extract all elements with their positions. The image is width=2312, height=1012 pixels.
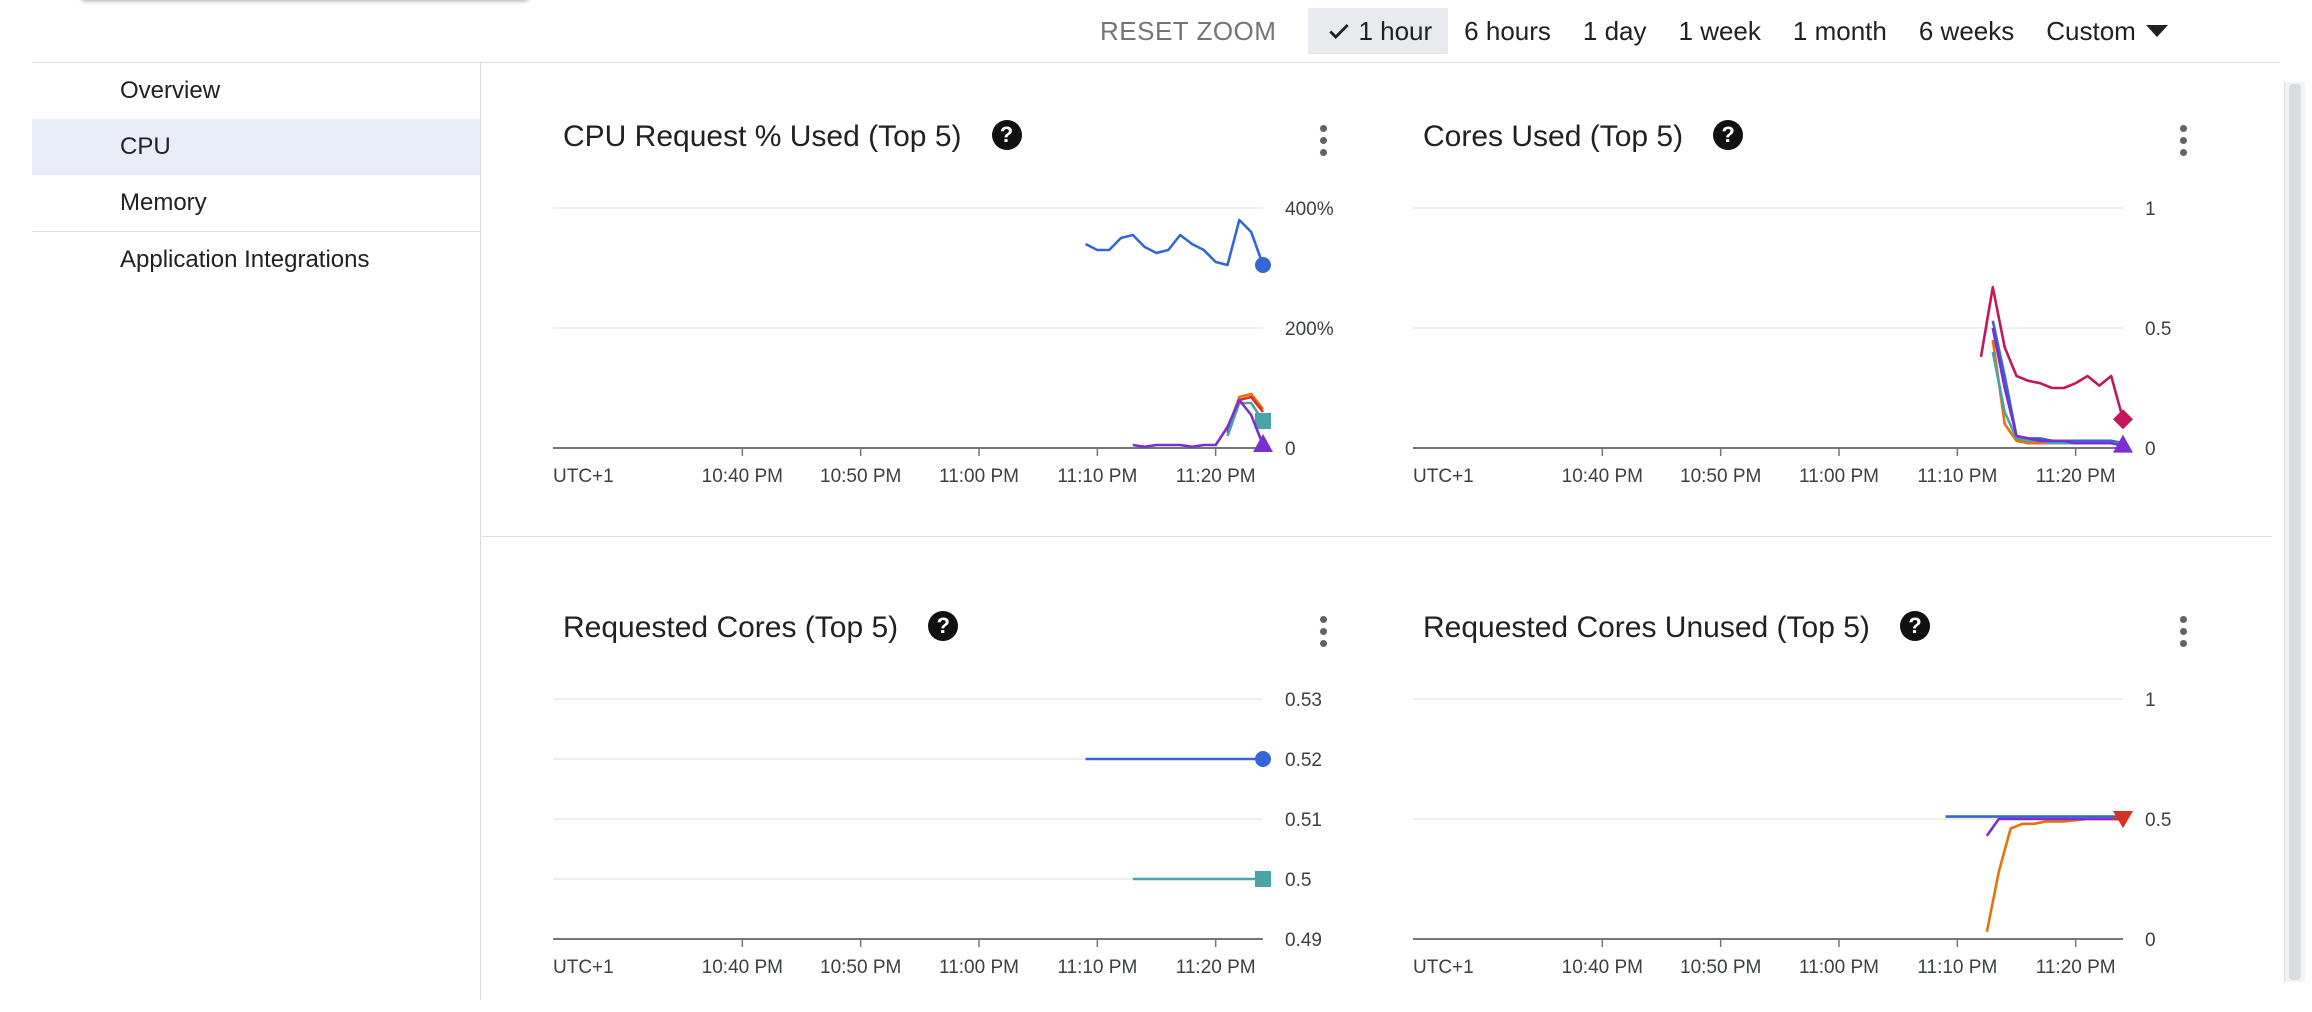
x-tick-label: 11:20 PM bbox=[2036, 466, 2116, 487]
chart-title: Cores Used (Top 5)? bbox=[1423, 120, 1744, 154]
range-custom-label: Custom bbox=[2046, 16, 2136, 46]
sidebar-item-application-integrations[interactable]: Application Integrations bbox=[32, 232, 480, 288]
y-tick-label: 1 bbox=[2145, 199, 2156, 220]
reset-zoom-button[interactable]: RESET ZOOM bbox=[1100, 16, 1276, 47]
x-tick-label: 10:50 PM bbox=[820, 957, 901, 978]
range-6-weeks-button[interactable]: 6 weeks bbox=[1903, 8, 2030, 54]
chart-title: Requested Cores Unused (Top 5)? bbox=[1423, 611, 1930, 645]
sidebar-item-cpu[interactable]: CPU bbox=[32, 119, 480, 175]
series-marker-triangle bbox=[1253, 434, 1273, 452]
x-tick-label: 10:40 PM bbox=[1562, 466, 1643, 487]
x-tick-label: 10:50 PM bbox=[1680, 957, 1761, 978]
y-tick-label: 0.51 bbox=[1285, 810, 1322, 831]
more-options-icon[interactable] bbox=[2173, 120, 2193, 164]
series-marker-diamond bbox=[2113, 409, 2133, 430]
y-tick-label: 0.52 bbox=[1285, 750, 1322, 771]
x-tick-label: 11:20 PM bbox=[1176, 957, 1256, 978]
y-tick-label: 0.5 bbox=[2145, 810, 2171, 831]
y-tick-label: 1 bbox=[2145, 690, 2156, 711]
y-tick-label: 200% bbox=[1285, 319, 1334, 340]
x-axis-label: UTC+1 bbox=[553, 957, 614, 978]
chart-title: Requested Cores (Top 5)? bbox=[563, 611, 959, 645]
x-tick-label: 10:40 PM bbox=[1562, 957, 1643, 978]
x-tick-label: 11:20 PM bbox=[2036, 957, 2116, 978]
chart-panel-requested-cores: Requested Cores (Top 5)? 0.49 0.5 0.51 0.52… bbox=[483, 567, 1363, 1007]
x-axis-label: UTC+1 bbox=[553, 466, 614, 487]
help-icon[interactable]: ? bbox=[1713, 120, 1744, 151]
range-1-hour-button[interactable]: 1 hour bbox=[1308, 8, 1449, 54]
range-1-week-button[interactable]: 1 week bbox=[1663, 8, 1777, 54]
x-tick-label: 11:00 PM bbox=[939, 466, 1019, 487]
x-tick-label: 10:40 PM bbox=[702, 466, 783, 487]
series-line bbox=[1132, 398, 1265, 449]
x-tick-label: 10:50 PM bbox=[1680, 466, 1761, 487]
y-tick-label: 0 bbox=[2145, 439, 2156, 460]
chart-row-divider bbox=[482, 536, 2272, 537]
series-line bbox=[1985, 817, 2123, 933]
y-tick-label: 0 bbox=[2145, 930, 2156, 951]
y-tick-label: 0.49 bbox=[1285, 930, 1322, 951]
x-tick-label: 11:00 PM bbox=[1799, 957, 1879, 978]
range-1-day-button[interactable]: 1 day bbox=[1567, 8, 1663, 54]
chart-title-text: Requested Cores (Top 5) bbox=[563, 611, 899, 644]
series-line bbox=[1084, 218, 1265, 267]
range-6-hours-button[interactable]: 6 hours bbox=[1448, 8, 1567, 54]
y-tick-label: 0 bbox=[1285, 439, 1296, 460]
sidebar-item-memory[interactable]: Memory bbox=[32, 175, 480, 231]
check-icon bbox=[1329, 24, 1350, 39]
x-axis-label: UTC+1 bbox=[1413, 957, 1474, 978]
chart-title-text: Requested Cores Unused (Top 5) bbox=[1423, 611, 1870, 644]
chart-panel-cpu-request-used: CPU Request % Used (Top 5)? 0 200% 400% 10:… bbox=[483, 76, 1363, 516]
x-tick-label: 11:00 PM bbox=[1799, 466, 1879, 487]
series-marker-circle bbox=[1255, 257, 1271, 273]
range-custom-dropdown[interactable]: Custom bbox=[2030, 8, 2184, 54]
x-tick-label: 11:10 PM bbox=[1057, 957, 1137, 978]
help-icon[interactable]: ? bbox=[928, 611, 959, 642]
help-icon[interactable]: ? bbox=[991, 120, 1022, 151]
x-tick-label: 11:10 PM bbox=[1057, 466, 1137, 487]
scrollbar[interactable] bbox=[2284, 82, 2305, 982]
time-range-bar: RESET ZOOM 1 hour 6 hours 1 day 1 week 1… bbox=[1100, 0, 2184, 62]
x-tick-label: 11:10 PM bbox=[1917, 466, 1997, 487]
x-tick-label: 10:40 PM bbox=[702, 957, 783, 978]
chart-title-text: CPU Request % Used (Top 5) bbox=[563, 120, 962, 153]
range-1-hour-label: 1 hour bbox=[1358, 16, 1433, 46]
chart-panel-requested-cores-unused: Requested Cores Unused (Top 5)? 0 0.5 1 10:… bbox=[1343, 567, 2223, 1007]
x-tick-label: 11:20 PM bbox=[1176, 466, 1256, 487]
x-tick-label: 11:00 PM bbox=[939, 957, 1019, 978]
x-tick-label: 11:10 PM bbox=[1917, 957, 1997, 978]
chart-title: CPU Request % Used (Top 5)? bbox=[563, 120, 1022, 154]
more-options-icon[interactable] bbox=[2173, 611, 2193, 655]
y-tick-label: 400% bbox=[1285, 199, 1334, 220]
range-1-month-button[interactable]: 1 month bbox=[1777, 8, 1903, 54]
caret-down-icon bbox=[2145, 25, 2168, 37]
sidebar: Overview CPU Memory Application Integrat… bbox=[32, 63, 481, 1000]
chart-panel-cores-used: Cores Used (Top 5)? 0 0.5 1 10:40 PM 10:50 P… bbox=[1343, 76, 2223, 516]
scrollbar-thumb[interactable] bbox=[2289, 84, 2301, 980]
sidebar-item-overview[interactable]: Overview bbox=[32, 63, 480, 119]
chart-title-text: Cores Used (Top 5) bbox=[1423, 120, 1684, 153]
more-options-icon[interactable] bbox=[1313, 611, 1333, 655]
more-options-icon[interactable] bbox=[1313, 120, 1333, 164]
x-tick-label: 10:50 PM bbox=[820, 466, 901, 487]
series-marker-circle bbox=[1255, 751, 1271, 767]
series-marker-square bbox=[1255, 413, 1271, 429]
x-axis-label: UTC+1 bbox=[1413, 466, 1474, 487]
y-tick-label: 0.5 bbox=[1285, 870, 1311, 891]
y-tick-label: 0.53 bbox=[1285, 690, 1322, 711]
series-marker-square bbox=[1255, 871, 1271, 887]
y-tick-label: 0.5 bbox=[2145, 319, 2171, 340]
help-icon[interactable]: ? bbox=[1899, 611, 1930, 642]
